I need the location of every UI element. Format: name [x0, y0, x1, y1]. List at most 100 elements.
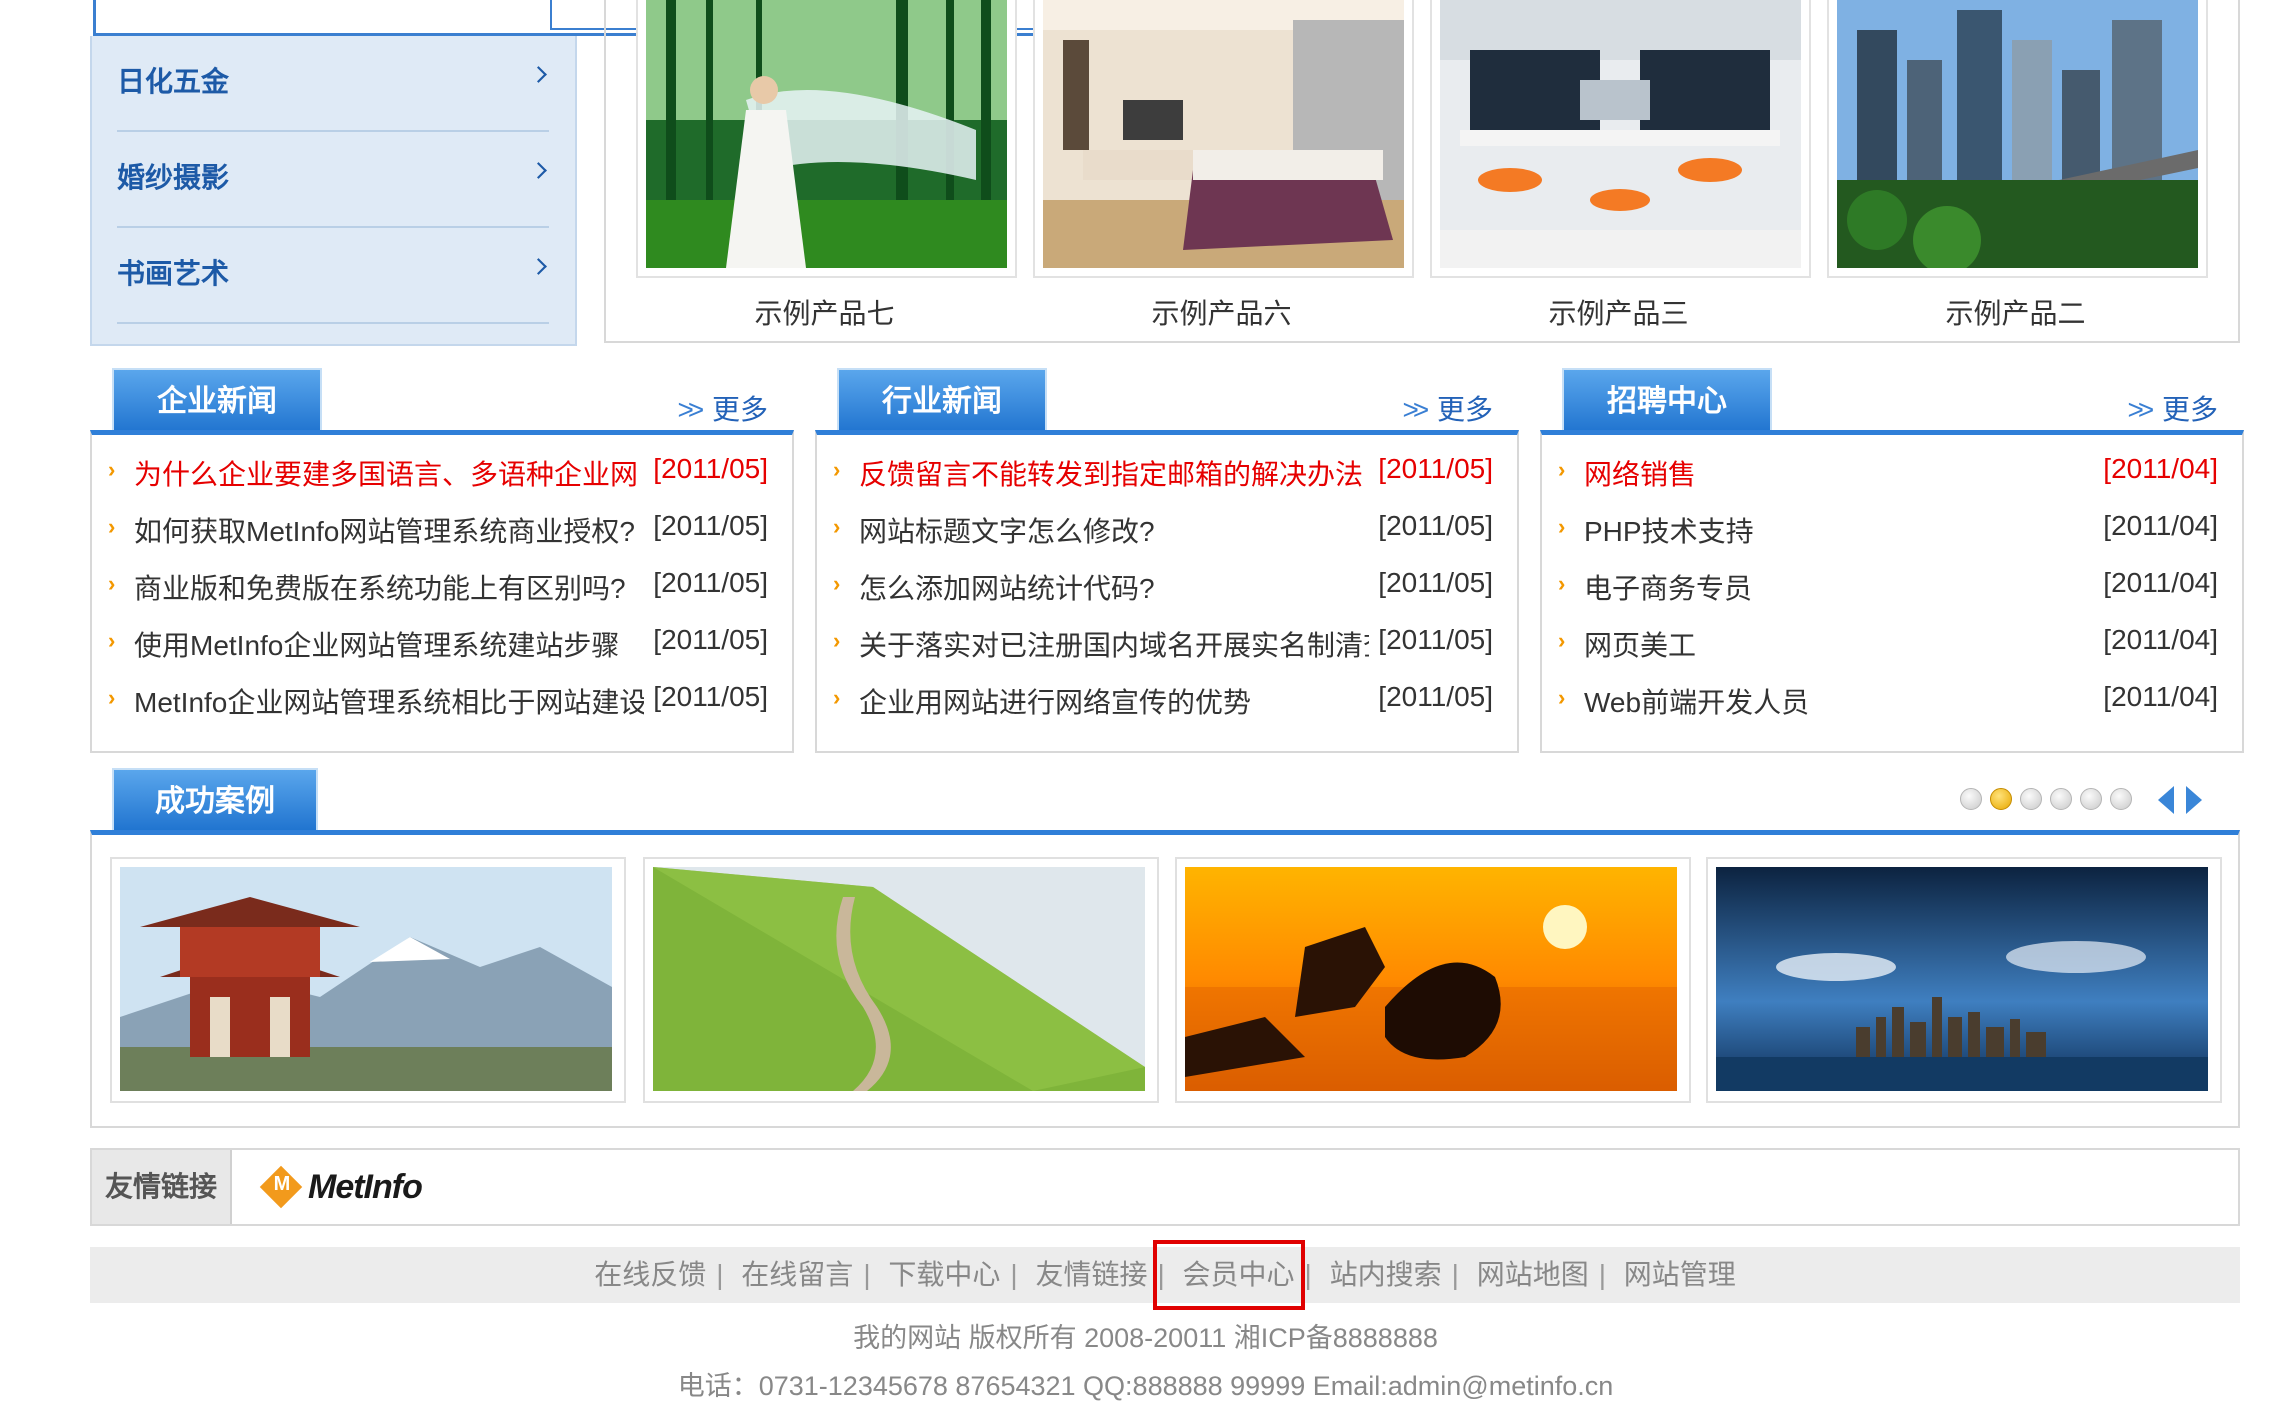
section-tab-title[interactable]: 企业新闻	[112, 368, 322, 434]
sidebar-item-label: 婚纱摄影	[117, 162, 230, 193]
bullet-arrow-icon: ›	[1558, 571, 1566, 596]
case-card[interactable]	[1706, 857, 2222, 1103]
bullet-arrow-icon: ›	[833, 628, 841, 653]
double-chevron-icon: >>	[2127, 394, 2155, 425]
chevron-right-icon	[530, 162, 547, 179]
footer-link-download[interactable]: 下载中心	[888, 1259, 1000, 1290]
case-image[interactable]	[120, 867, 612, 1091]
chevron-right-icon	[530, 258, 547, 275]
bullet-arrow-icon: ›	[108, 457, 116, 482]
news-list: › 为什么企业要建多国语言、多语种企业网 [2011/05] › 如何获取MetInf…	[90, 430, 794, 753]
product-frame	[636, 0, 1017, 278]
more-link[interactable]: >> 更多	[678, 388, 769, 428]
sidebar-item-wedding-photography[interactable]: 婚纱摄影	[117, 132, 549, 228]
news-item[interactable]: › 商业版和免费版在系统功能上有区别吗? [2011/05]	[108, 559, 768, 609]
sidebar-item-label: 日化五金	[117, 66, 230, 97]
news-list: › 反馈留言不能转发到指定邮箱的解决办法 [2011/05] › 网站标题文字怎么修改…	[815, 430, 1519, 753]
carousel-prev-icon[interactable]	[2158, 786, 2174, 814]
pager-dot[interactable]	[2080, 788, 2102, 810]
pager-dot[interactable]	[2020, 788, 2042, 810]
product-card[interactable]: 示例产品二	[1827, 0, 2208, 329]
sidebar-item-calligraphy-art[interactable]: 书画艺术	[117, 228, 549, 324]
news-column-industry: 行业新闻 >> 更多 › 反馈留言不能转发到指定邮箱的解决办法 [2011/05] …	[815, 368, 1519, 753]
bullet-arrow-icon: ›	[108, 628, 116, 653]
footer-link-feedback[interactable]: 在线反馈	[594, 1259, 706, 1290]
case-image[interactable]	[1185, 867, 1677, 1091]
bullet-arrow-icon: ›	[833, 514, 841, 539]
news-item[interactable]: › PHP技术支持 [2011/04]	[1558, 502, 2218, 552]
bullet-arrow-icon: ›	[108, 514, 116, 539]
contact-text: 电话：0731-12345678 87654321 QQ:888888 9999…	[677, 1371, 1614, 1401]
product-showcase: 示例产品七 示例产品六 示例产品三 示例产品二	[604, 0, 2240, 343]
news-item[interactable]: › 企业用网站进行网络宣传的优势 [2011/05]	[833, 673, 1493, 723]
case-image[interactable]	[1716, 867, 2208, 1091]
news-item[interactable]: › MetInfo企业网站管理系统相比于网站建设公 [2011/05]	[108, 673, 768, 723]
product-caption[interactable]: 示例产品二	[1827, 292, 2204, 332]
bullet-arrow-icon: ›	[833, 571, 841, 596]
footer-link-friendly-links[interactable]: 友情链接	[1035, 1259, 1147, 1290]
member-center-highlight-box	[1153, 1240, 1305, 1310]
product-image[interactable]	[1440, 0, 1801, 268]
bullet-arrow-icon: ›	[1558, 457, 1566, 482]
pager-dot-active[interactable]	[1990, 788, 2012, 810]
bullet-arrow-icon: ›	[833, 685, 841, 710]
bullet-arrow-icon: ›	[1558, 628, 1566, 653]
product-caption[interactable]: 示例产品七	[636, 292, 1013, 332]
product-caption[interactable]: 示例产品六	[1033, 292, 1410, 332]
category-sidebar: 日化五金 婚纱摄影 书画艺术	[90, 36, 577, 346]
product-frame	[1033, 0, 1414, 278]
product-card[interactable]: 示例产品六	[1033, 0, 1414, 329]
product-frame	[1827, 0, 2208, 278]
product-frame	[1430, 0, 1811, 278]
section-tab-title[interactable]: 成功案例	[112, 768, 318, 832]
news-item[interactable]: › Web前端开发人员 [2011/04]	[1558, 673, 2218, 723]
bullet-arrow-icon: ›	[108, 571, 116, 596]
news-item[interactable]: › 关于落实对已注册国内域名开展实名制清查 [2011/05]	[833, 616, 1493, 666]
news-list: › 网络销售 [2011/04] › PHP技术支持 [2011/04] › 电子商务专员…	[1540, 430, 2244, 753]
sidebar-item-daily-hardware[interactable]: 日化五金	[117, 36, 549, 132]
news-item[interactable]: › 网页美工 [2011/04]	[1558, 616, 2218, 666]
news-item[interactable]: › 网络销售 [2011/04]	[1558, 445, 2218, 495]
news-item[interactable]: › 网站标题文字怎么修改? [2011/05]	[833, 502, 1493, 552]
case-card[interactable]	[1175, 857, 1691, 1103]
section-tab-title[interactable]: 招聘中心	[1562, 368, 1772, 434]
sidebar-item-label: 书画艺术	[117, 258, 230, 289]
case-image[interactable]	[653, 867, 1145, 1091]
news-item[interactable]: › 使用MetInfo企业网站管理系统建站步骤 [2011/05]	[108, 616, 768, 666]
news-item[interactable]: › 反馈留言不能转发到指定邮箱的解决办法 [2011/05]	[833, 445, 1493, 495]
bullet-arrow-icon: ›	[1558, 514, 1566, 539]
more-link[interactable]: >> 更多	[2128, 388, 2219, 428]
case-card[interactable]	[643, 857, 1159, 1103]
friendly-links-label: 友情链接	[92, 1150, 232, 1224]
bullet-arrow-icon: ›	[833, 457, 841, 482]
bullet-arrow-icon: ›	[1558, 685, 1566, 710]
news-item[interactable]: › 为什么企业要建多国语言、多语种企业网 [2011/05]	[108, 445, 768, 495]
copyright-text: 我的网站 版权所有 2008-20011 湘ICP备8888888	[853, 1323, 1438, 1353]
case-card[interactable]	[110, 857, 626, 1103]
product-card[interactable]: 示例产品七	[636, 0, 1017, 329]
product-image[interactable]	[1043, 0, 1404, 268]
footer-link-message[interactable]: 在线留言	[741, 1259, 853, 1290]
footer-link-admin[interactable]: 网站管理	[1624, 1259, 1736, 1290]
product-image[interactable]	[646, 0, 1007, 268]
footer-link-sitemap[interactable]: 网站地图	[1477, 1259, 1589, 1290]
section-tab-title[interactable]: 行业新闻	[837, 368, 1047, 434]
pager-dot[interactable]	[2050, 788, 2072, 810]
more-link[interactable]: >> 更多	[1403, 388, 1494, 428]
double-chevron-icon: >>	[677, 394, 705, 425]
product-caption[interactable]: 示例产品三	[1430, 292, 1807, 332]
footer-link-site-search[interactable]: 站内搜索	[1330, 1259, 1442, 1290]
bullet-arrow-icon: ›	[108, 685, 116, 710]
news-item[interactable]: › 怎么添加网站统计代码? [2011/05]	[833, 559, 1493, 609]
news-column-company: 企业新闻 >> 更多 › 为什么企业要建多国语言、多语种企业网 [2011/05] …	[90, 368, 794, 753]
news-column-jobs: 招聘中心 >> 更多 › 网络销售 [2011/04] › PHP技术支持 [2011/…	[1540, 368, 2244, 753]
chevron-right-icon	[530, 66, 547, 83]
product-card[interactable]: 示例产品三	[1430, 0, 1811, 329]
carousel-next-icon[interactable]	[2186, 786, 2202, 814]
double-chevron-icon: >>	[1402, 394, 1430, 425]
pager-dot[interactable]	[1960, 788, 1982, 810]
news-item[interactable]: › 电子商务专员 [2011/04]	[1558, 559, 2218, 609]
product-image[interactable]	[1837, 0, 2198, 268]
pager-dot[interactable]	[2110, 788, 2132, 810]
news-item[interactable]: › 如何获取MetInfo网站管理系统商业授权? [2011/05]	[108, 502, 768, 552]
